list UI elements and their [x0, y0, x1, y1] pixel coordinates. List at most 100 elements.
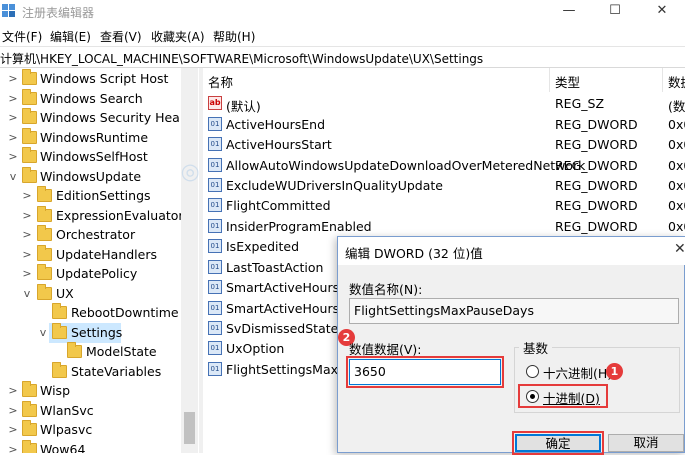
chevron-icon[interactable]: > [8, 150, 18, 163]
dword-value-icon: 01 [208, 137, 222, 151]
dialog-close-button[interactable]: ✕ [674, 241, 685, 257]
maximize-button[interactable]: ☐ [592, 0, 638, 24]
tree-item[interactable]: > UpdateHandlers [0, 245, 181, 265]
ok-button[interactable]: 确定 [515, 434, 601, 452]
address-bar[interactable]: 计算机\HKEY_LOCAL_MACHINE\SOFTWARE\Microsof… [0, 46, 685, 68]
column-header-data[interactable]: 数据 [663, 68, 685, 92]
tree-item[interactable]: > Windows Script Host [0, 69, 181, 89]
decimal-radio-label[interactable]: 十进制(D) [543, 388, 600, 407]
value-name: UxOption [226, 341, 285, 356]
tree-item[interactable]: > WindowsRuntime [0, 128, 181, 148]
folder-icon [52, 303, 67, 319]
folder-icon [22, 89, 37, 105]
tree-scrollbar[interactable] [181, 68, 198, 453]
hex-radio-label[interactable]: 十六进制(H) [543, 363, 612, 382]
menu-file[interactable]: 文件(F) [2, 28, 42, 45]
chevron-icon[interactable]: > [22, 228, 32, 241]
dword-value-icon: 01 [208, 117, 222, 131]
value-name: FlightCommitted [226, 198, 331, 213]
value-data-input[interactable]: 3650 [349, 359, 501, 385]
chevron-icon[interactable]: > [22, 189, 32, 202]
tree-item-label: Windows Search [40, 91, 143, 106]
value-data: 0x0 [668, 158, 685, 173]
list-row[interactable]: 01 InsiderProgramEnabled REG_DWORD 0x0 [203, 216, 685, 236]
decimal-radio[interactable] [526, 390, 539, 403]
tree-item-label: WindowsUpdate [40, 169, 142, 184]
menu-view[interactable]: 查看(V) [100, 28, 142, 45]
address-path[interactable]: 计算机\HKEY_LOCAL_MACHINE\SOFTWARE\Microsof… [0, 50, 483, 67]
chevron-icon[interactable]: > [8, 111, 18, 124]
tree-item[interactable]: v WindowsUpdate [0, 167, 181, 187]
value-type: REG_DWORD [555, 158, 638, 173]
folder-icon [22, 440, 37, 453]
tree-item[interactable]: > Windows Search [0, 89, 181, 109]
menu-favorites[interactable]: 收藏夹(A) [151, 28, 205, 45]
value-name: ActiveHoursEnd [226, 117, 326, 132]
list-row[interactable]: 01 ExcludeWUDriversInQualityUpdate REG_D… [203, 175, 685, 195]
tree-item[interactable]: > Wlpasvc [0, 420, 181, 440]
chevron-icon[interactable]: > [8, 92, 18, 105]
tree-item-label: Wisp [40, 383, 71, 398]
tree-item[interactable]: RebootDowntime [0, 303, 181, 323]
list-row[interactable]: 01 ActiveHoursEnd REG_DWORD 0x0 [203, 114, 685, 134]
folder-icon [67, 342, 82, 358]
chevron-icon[interactable]: > [8, 72, 18, 85]
list-row[interactable]: ab (默认) REG_SZ (数 [203, 93, 685, 114]
chevron-down-icon[interactable]: v [22, 287, 32, 300]
folder-icon [22, 147, 37, 163]
tree-item[interactable]: > WindowsSelfHost [0, 147, 181, 167]
tree-item[interactable]: > EditionSettings [0, 186, 181, 206]
menu-help[interactable]: 帮助(H) [213, 28, 255, 45]
close-button[interactable]: ✕ [639, 0, 685, 24]
hex-radio[interactable] [526, 365, 539, 378]
window-titlebar: 注册表编辑器 — ☐ ✕ [0, 0, 685, 24]
tree-item-label: Settings [71, 325, 123, 340]
dword-value-icon: 01 [208, 239, 222, 253]
tree-item[interactable]: > Wow64 [0, 440, 181, 453]
tree-item[interactable]: > Wisp [0, 381, 181, 401]
chevron-icon[interactable]: > [22, 209, 32, 222]
tree-item[interactable]: ModelState [0, 342, 181, 362]
chevron-icon[interactable]: > [22, 267, 32, 280]
edit-dword-dialog: 编辑 DWORD (32 位)值 ✕ 数值名称(N): FlightSettin… [337, 236, 685, 455]
minimize-button[interactable]: — [546, 0, 592, 24]
chevron-icon[interactable]: > [22, 248, 32, 261]
tree-scrollbar-thumb[interactable] [184, 412, 195, 444]
folder-open-icon [22, 167, 37, 183]
value-type: REG_DWORD [555, 137, 638, 152]
value-name: InsiderProgramEnabled [226, 219, 372, 234]
tree-item[interactable]: > UpdatePolicy [0, 264, 181, 284]
step-badge-1: 1 [606, 363, 623, 380]
value-type: REG_DWORD [555, 198, 638, 213]
window-title: 注册表编辑器 [22, 6, 95, 20]
chevron-down-icon[interactable]: v [8, 170, 18, 183]
chevron-icon[interactable]: > [8, 423, 18, 436]
chevron-icon[interactable]: > [8, 131, 18, 144]
dialog-title: 编辑 DWORD (32 位)值 [345, 246, 483, 261]
tree-item[interactable]: v UX [0, 284, 181, 304]
tree-item[interactable]: > ExpressionEvaluators [0, 206, 190, 226]
folder-icon [37, 206, 52, 222]
list-row[interactable]: 01 AllowAutoWindowsUpdateDownloadOverMet… [203, 155, 685, 175]
tree-item[interactable]: > Orchestrator [0, 225, 181, 245]
list-row[interactable]: 01 FlightCommitted REG_DWORD 0x0 [203, 195, 685, 215]
menu-edit[interactable]: 编辑(E) [50, 28, 91, 45]
tree-item[interactable]: > Windows Security Health [0, 108, 196, 128]
tree-item[interactable]: > WlanSvc [0, 401, 181, 421]
cancel-button[interactable]: 取消 [608, 434, 684, 452]
tree-item[interactable]: StateVariables [0, 362, 181, 382]
dword-value-icon: 01 [208, 280, 222, 294]
string-value-icon: ab [208, 96, 222, 110]
chevron-icon[interactable]: > [8, 404, 18, 417]
list-row[interactable]: 01 ActiveHoursStart REG_DWORD 0x0 [203, 134, 685, 154]
column-header-name[interactable]: 名称 [203, 68, 550, 92]
column-header-type[interactable]: 类型 [550, 68, 663, 92]
tree-item-selected[interactable]: v Settings [0, 323, 181, 343]
value-data: 0x0 [668, 117, 685, 132]
folder-open-icon [37, 284, 52, 300]
chevron-icon[interactable]: > [8, 384, 18, 397]
tree-item-label: Orchestrator [56, 227, 136, 242]
chevron-icon[interactable]: > [8, 443, 18, 453]
tree-item-label: ExpressionEvaluators [56, 208, 191, 223]
chevron-down-icon[interactable]: v [38, 326, 48, 339]
